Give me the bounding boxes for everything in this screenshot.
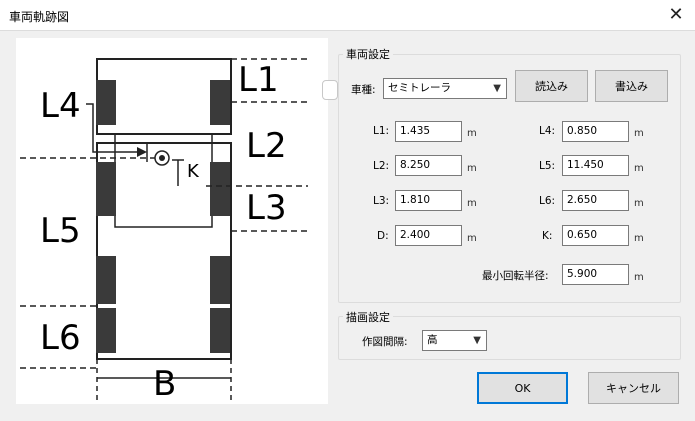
label-l4: L4 <box>40 86 81 126</box>
close-icon[interactable]: ✕ <box>664 3 688 27</box>
chevron-down-icon: ▼ <box>493 83 501 94</box>
label-k: K <box>187 161 199 182</box>
field-label-l3: L3: <box>373 195 390 207</box>
window-title: 車両軌跡図 <box>9 10 70 24</box>
unit-l3: m <box>467 198 477 209</box>
drawing-interval-value: 高 <box>427 334 438 346</box>
field-label-l6: L6: <box>539 195 556 207</box>
label-l6: L6 <box>40 318 81 358</box>
label-l1: L1 <box>238 60 279 100</box>
tire <box>210 162 230 216</box>
tire <box>96 162 116 216</box>
field-label-l1: L1: <box>373 125 390 137</box>
unit-l4: m <box>634 128 644 139</box>
cancel-button[interactable]: キャンセル <box>588 372 679 404</box>
k-input[interactable]: 0.650 <box>562 225 629 246</box>
label-l2: L2 <box>246 126 287 166</box>
load-button[interactable]: 読込み <box>515 70 588 102</box>
unit-l2: m <box>467 163 477 174</box>
tire <box>96 308 116 353</box>
l1-input[interactable]: 1.435 <box>395 121 462 142</box>
tire <box>210 256 230 304</box>
chevron-down-icon: ▼ <box>473 335 481 346</box>
field-label-l2: L2: <box>373 160 390 172</box>
field-label-l4: L4: <box>539 125 556 137</box>
unit-min-turn-radius: m <box>634 272 644 283</box>
label-l3: L3 <box>246 188 287 228</box>
title-bar <box>0 0 695 31</box>
tire <box>96 256 116 304</box>
min-turn-radius-label: 最小回転半径: <box>482 270 549 282</box>
l6-input[interactable]: 2.650 <box>562 190 629 211</box>
min-turn-radius-input[interactable]: 5.900 <box>562 264 629 285</box>
field-label-l5: L5: <box>539 160 556 172</box>
unit-l5: m <box>634 163 644 174</box>
vehicle-diagram-panel: L1 L4 L2 K L3 L5 L6 B <box>16 38 328 404</box>
vehicle-settings-title: 車両設定 <box>343 46 393 62</box>
l4-input[interactable]: 0.850 <box>562 121 629 142</box>
vehicle-type-label: 車種: <box>351 84 376 96</box>
label-l5: L5 <box>40 211 81 251</box>
drawing-interval-select[interactable]: 高 ▼ <box>422 330 487 351</box>
ok-button[interactable]: OK <box>477 372 568 404</box>
tire <box>210 80 230 125</box>
unit-l1: m <box>467 128 477 139</box>
l3-input[interactable]: 1.810 <box>395 190 462 211</box>
unit-d: m <box>467 233 477 244</box>
panel-toggle[interactable] <box>322 80 338 100</box>
label-b: B <box>153 364 177 404</box>
tire <box>96 80 116 125</box>
l2-input[interactable]: 8.250 <box>395 155 462 176</box>
field-label-d: D: <box>377 230 389 242</box>
vehicle-type-value: セミトレーラ <box>388 82 451 94</box>
drawing-settings-title: 描画設定 <box>343 309 393 325</box>
l5-input[interactable]: 11.450 <box>562 155 629 176</box>
d-input[interactable]: 2.400 <box>395 225 462 246</box>
tire <box>210 308 230 353</box>
field-label-k: K: <box>542 230 553 242</box>
unit-k: m <box>634 233 644 244</box>
drawing-interval-label: 作図間隔: <box>362 336 408 348</box>
unit-l6: m <box>634 198 644 209</box>
write-button[interactable]: 書込み <box>595 70 668 102</box>
vehicle-type-select[interactable]: セミトレーラ ▼ <box>383 78 507 99</box>
